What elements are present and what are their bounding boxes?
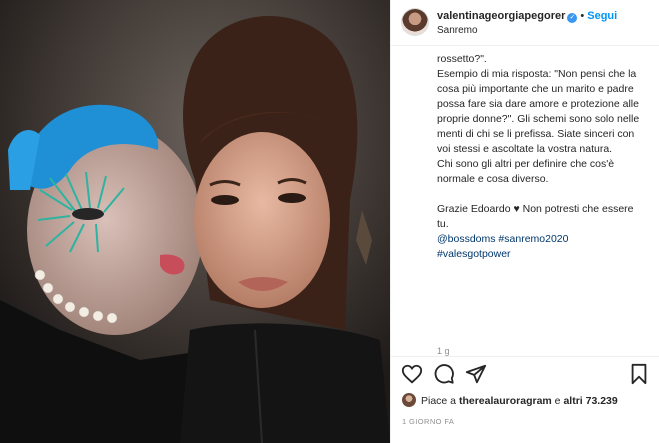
- post-caption: rossetto?". Esempio di mia risposta: "No…: [437, 52, 642, 262]
- liker-avatar: [402, 393, 416, 407]
- post-timestamp: 1 GIORNO FA: [402, 417, 455, 426]
- post-image: [0, 0, 390, 443]
- post-photo[interactable]: [0, 0, 390, 443]
- post-location[interactable]: Sanremo: [437, 25, 478, 36]
- follow-button[interactable]: Segui: [587, 10, 617, 22]
- comment-icon[interactable]: [433, 363, 455, 385]
- post-details-panel: valentinageorgiapegorer ✓ • Segui Sanremo r…: [390, 0, 659, 443]
- verified-badge-icon: ✓: [567, 13, 578, 23]
- caption-line: rossetto?".: [437, 53, 487, 65]
- caption-paragraph-2: Chi sono gli altri per definire che cos'…: [437, 158, 615, 185]
- caption-hashtag[interactable]: #valesgotpower: [437, 247, 642, 262]
- caption-age: 1 g: [437, 346, 450, 356]
- caption-thanks: Grazie Edoardo ♥ Non potresti che essere…: [437, 203, 634, 230]
- heart-icon[interactable]: [401, 363, 423, 385]
- comments-section[interactable]: rossetto?". Esempio di mia risposta: "No…: [391, 46, 659, 356]
- likes-mid: e: [554, 395, 561, 407]
- post-header: valentinageorgiapegorer ✓ • Segui Sanremo: [391, 0, 659, 46]
- author-avatar[interactable]: [402, 9, 428, 35]
- liker-username[interactable]: therealauroragram: [459, 395, 552, 407]
- bookmark-icon[interactable]: [628, 363, 650, 385]
- share-icon[interactable]: [465, 363, 487, 385]
- likes-count[interactable]: altri 73.239: [563, 395, 617, 407]
- author-username[interactable]: valentinageorgiapegorer: [437, 10, 565, 22]
- separator-dot: •: [580, 10, 585, 22]
- likes-summary[interactable]: Piace a therealauroragram e altri 73.239: [402, 393, 618, 407]
- post-actions: Piace a therealauroragram e altri 73.239…: [391, 356, 659, 443]
- caption-tags[interactable]: @bossdoms #sanremo2020: [437, 232, 642, 247]
- likes-prefix: Piace a: [421, 395, 457, 407]
- author-line: valentinageorgiapegorer ✓ • Segui: [437, 10, 617, 23]
- caption-paragraph: Esempio di mia risposta: "Non pensi che …: [437, 68, 640, 155]
